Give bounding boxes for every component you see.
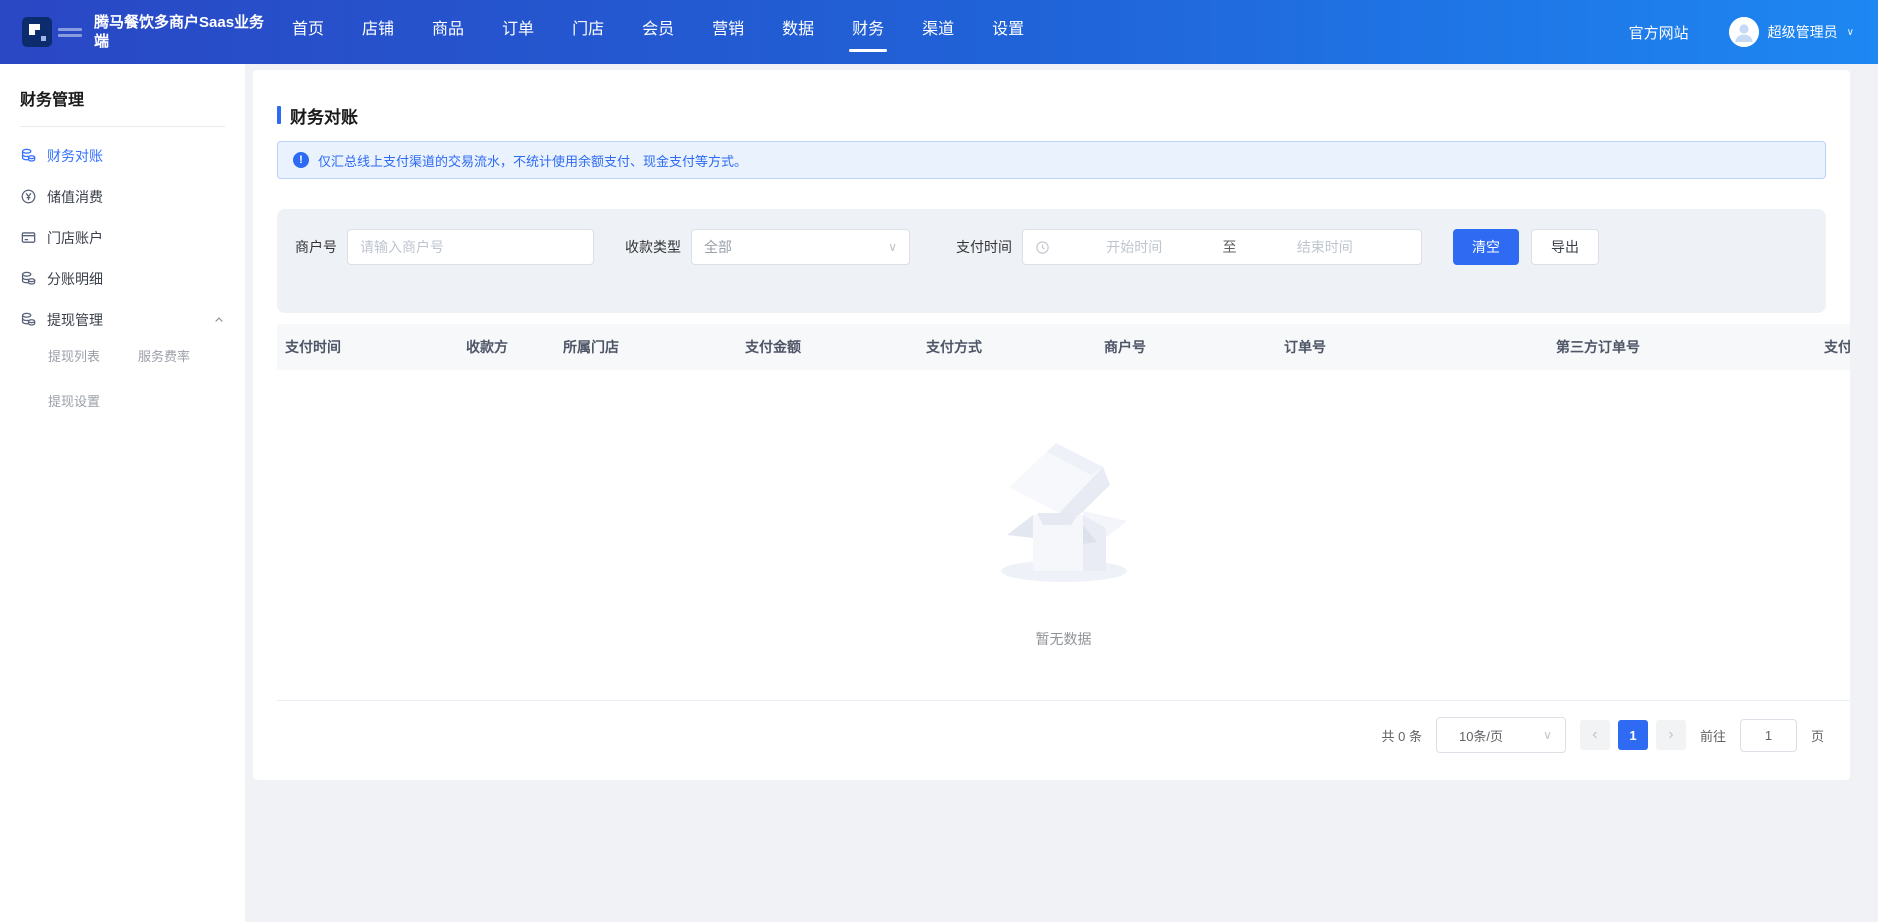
nav-item-finance[interactable]: 财务 [846,0,890,64]
sidebar-item-label: 分账明细 [47,269,103,289]
chevron-up-icon [213,314,225,326]
sidebar-item-label: 门店账户 [47,228,103,248]
nav-item-channel[interactable]: 渠道 [916,0,960,64]
sidebar-subitem-withdraw-settings[interactable]: 提现设置 [48,391,100,410]
main-content: 财务对账 ! 仅汇总线上支付渠道的交易流水，不统计使用余额支付、现金支付等方式。… [245,64,1878,922]
title-accent-bar [277,106,281,124]
sidebar-divider [20,126,225,127]
content-card: 财务对账 ! 仅汇总线上支付渠道的交易流水，不统计使用余额支付、现金支付等方式。… [253,70,1850,780]
column-header: 支付方式 [926,337,1104,357]
nav-item-home[interactable]: 首页 [286,0,330,64]
chevron-down-icon: ∨ [1847,27,1854,38]
column-header: 支付时间 [285,337,466,357]
nav-item-store[interactable]: 门店 [566,0,610,64]
current-page-button[interactable]: 1 [1618,720,1648,750]
total-count-label: 共 0 条 [1382,726,1422,745]
sidebar: 财务管理 财务对账 储值消费 [0,64,245,922]
payee-type-select[interactable]: 全部 ∨ [691,229,910,265]
column-header: 商户号 [1104,337,1284,357]
app-logo: 腾马餐饮多商户Saas业务端 [22,13,274,51]
column-header: 支付金额 [745,337,926,357]
top-nav: 首页 店铺 商品 订单 门店 会员 营销 数据 财务 渠道 设置 [286,0,1056,64]
nav-item-order[interactable]: 订单 [496,0,540,64]
next-page-button[interactable]: › [1656,720,1686,750]
sidebar-item-reconciliation[interactable]: 财务对账 [20,135,225,176]
app-title: 腾马餐饮多商户Saas业务端 [94,13,274,51]
notice-banner: ! 仅汇总线上支付渠道的交易流水，不统计使用余额支付、现金支付等方式。 [277,141,1826,179]
chevron-down-icon: ∨ [888,240,897,254]
page-title: 财务对账 [277,104,1826,126]
empty-text: 暂无数据 [1036,629,1092,649]
notice-text: 仅汇总线上支付渠道的交易流水，不统计使用余额支付、现金支付等方式。 [318,151,747,170]
nav-item-marketing[interactable]: 营销 [706,0,750,64]
avatar-icon [1729,17,1759,47]
withdraw-submenu: 提现列表 服务费率 提现设置 [48,346,223,410]
column-header: 所属门店 [563,337,745,357]
page-size-value: 10条/页 [1459,726,1503,745]
username-label: 超级管理员 [1768,22,1838,42]
ledger-icon [20,270,37,287]
nav-item-data[interactable]: 数据 [776,0,820,64]
payee-type-label: 收款类型 [625,237,681,257]
sidebar-subitem-withdraw-list[interactable]: 提现列表 [48,346,100,365]
sidebar-subitem-service-rate[interactable]: 服务费率 [138,346,190,365]
start-time-placeholder[interactable]: 开始时间 [1050,237,1219,257]
official-website-link[interactable]: 官方网站 [1629,22,1689,43]
yen-circle-icon [20,188,37,205]
empty-box-illustration [979,425,1149,593]
nav-item-member[interactable]: 会员 [636,0,680,64]
ledger-icon [20,147,37,164]
column-header: 订单号 [1284,337,1556,357]
sidebar-item-split-detail[interactable]: 分账明细 [20,258,225,299]
payee-type-value: 全部 [704,237,732,257]
chevron-down-icon: ∨ [1543,728,1552,742]
merchant-id-label: 商户号 [295,237,337,257]
clear-button[interactable]: 清空 [1453,229,1519,265]
prev-page-button[interactable]: ‹ [1580,720,1610,750]
nav-item-settings[interactable]: 设置 [986,0,1030,64]
table-header-row: 支付时间 收款方 所属门店 支付金额 支付方式 商户号 订单号 第三方订单号 支… [277,324,1850,370]
range-separator: 至 [1219,237,1241,257]
filter-panel: 商户号 收款类型 全部 ∨ 支付时间 [277,209,1826,313]
sidebar-item-label: 储值消费 [47,187,103,207]
nav-item-product[interactable]: 商品 [426,0,470,64]
topbar: 腾马餐饮多商户Saas业务端 首页 店铺 商品 订单 门店 会员 营销 数据 财… [0,0,1878,64]
ledger-icon [20,311,37,328]
page-size-select[interactable]: 10条/页 ∨ [1436,717,1566,753]
bank-card-icon [20,229,37,246]
nav-item-shop[interactable]: 店铺 [356,0,400,64]
column-header: 支付 [1824,337,1850,357]
end-time-placeholder[interactable]: 结束时间 [1241,237,1410,257]
merchant-id-input[interactable] [347,229,594,265]
goto-page-input[interactable] [1740,719,1797,752]
sidebar-item-store-account[interactable]: 门店账户 [20,217,225,258]
sidebar-item-label: 提现管理 [47,310,103,330]
clock-icon [1035,240,1050,255]
user-menu[interactable]: 超级管理员 ∨ [1729,17,1854,47]
empty-state: 暂无数据 [277,370,1850,700]
pagination: 共 0 条 10条/页 ∨ ‹ 1 › 前往 页 [277,700,1850,753]
pay-time-label: 支付时间 [956,237,1012,257]
column-header: 收款方 [466,337,563,357]
sidebar-item-withdraw-manage[interactable]: 提现管理 [20,299,225,340]
logo-icon [22,17,52,47]
sidebar-title: 财务管理 [20,84,225,126]
page-unit-label: 页 [1811,726,1824,745]
sidebar-item-stored-value[interactable]: 储值消费 [20,176,225,217]
column-header: 第三方订单号 [1556,337,1824,357]
data-table: 支付时间 收款方 所属门店 支付金额 支付方式 商户号 订单号 第三方订单号 支… [277,324,1850,700]
sidebar-item-label: 财务对账 [47,146,103,166]
goto-label: 前往 [1700,726,1726,745]
export-button[interactable]: 导出 [1531,229,1599,265]
logo-subtext [58,25,82,40]
pay-time-range-picker[interactable]: 开始时间 至 结束时间 [1022,229,1422,265]
info-icon: ! [293,152,309,168]
